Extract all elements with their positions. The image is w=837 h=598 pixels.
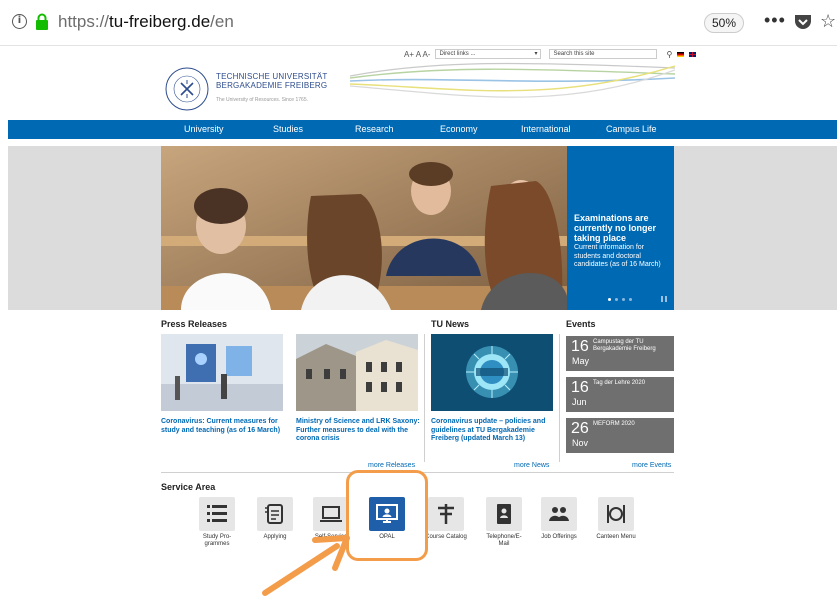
bookmark-star-icon[interactable]: ☆ — [820, 11, 836, 32]
people-icon — [549, 507, 569, 521]
list-icon — [207, 505, 227, 522]
pocket-icon[interactable] — [794, 14, 812, 30]
event-month: May — [572, 356, 590, 366]
press-release-1-link[interactable]: Coronavirus: Current measures for study … — [161, 418, 287, 435]
event-month: Jun — [572, 397, 587, 407]
study-programmes-label[interactable]: Study Pro- grammes — [187, 534, 247, 548]
self-service-tile[interactable] — [313, 497, 349, 531]
more-events-link[interactable]: more Events — [632, 462, 671, 469]
telephone-email-tile[interactable] — [486, 497, 522, 531]
browser-urlbar: i https://tu-freiberg.de/en 50% ••• ☆ — [0, 0, 837, 46]
cutlery-icon — [607, 505, 625, 523]
event-item[interactable]: 16 May Campustag der TU Bergakademie Fre… — [566, 336, 674, 371]
nav-university[interactable]: University — [184, 120, 224, 139]
signpost-icon — [438, 504, 454, 524]
course-catalog-tile[interactable] — [428, 497, 464, 531]
page-actions-icon[interactable]: ••• — [764, 10, 786, 31]
university-seal-logo[interactable] — [164, 66, 210, 112]
press-release-2-link[interactable]: Ministry of Science and LRK Saxony: Furt… — [296, 418, 422, 444]
tu-news-1-link[interactable]: Coronavirus update – policies and guidel… — [431, 418, 557, 444]
event-title: Campustag der TU Bergakademie Freiberg — [593, 339, 656, 352]
form-icon — [265, 504, 283, 524]
decorative-swoosh — [350, 62, 675, 98]
university-name[interactable]: TECHNISCHE UNIVERSITÄT BERGAKADEMIE FREI… — [216, 72, 328, 90]
event-title: Tag der Lehre 2020 — [593, 380, 646, 386]
site-info-icon[interactable]: i — [12, 14, 27, 29]
event-item[interactable]: 16 Jun Tag der Lehre 2020 — [566, 377, 674, 412]
german-flag-icon[interactable] — [677, 51, 685, 57]
hero-slide-dots[interactable] — [608, 298, 632, 301]
events-heading: Events — [566, 319, 596, 329]
arrow-annotation-icon — [262, 535, 350, 596]
event-month: Nov — [572, 438, 589, 448]
hero-text: Current information for students and doc… — [574, 244, 661, 268]
canteen-menu-label[interactable]: Canteen Menu — [586, 534, 646, 541]
column-divider — [424, 334, 425, 462]
more-news-link[interactable]: more News — [514, 462, 549, 469]
study-programmes-tile[interactable] — [199, 497, 235, 531]
canteen-menu-tile[interactable] — [598, 497, 634, 531]
event-item[interactable]: 26 Nov MEFORM 2020 — [566, 418, 674, 453]
nav-studies[interactable]: Studies — [273, 120, 303, 139]
more-releases-link[interactable]: more Releases — [368, 462, 415, 469]
tu-news-heading: TU News — [431, 319, 470, 329]
event-title: MEFORM 2020 — [593, 421, 635, 427]
url-field[interactable]: https://tu-freiberg.de/en — [58, 12, 234, 32]
telephone-email-label[interactable]: Telephone/E- Mail — [474, 534, 534, 548]
main-navbar: University Studies Research Economy Inte… — [8, 120, 837, 139]
press-releases-heading: Press Releases — [161, 319, 228, 329]
phonebook-icon — [497, 504, 511, 524]
university-tagline: The University of Resources. Since 1765. — [216, 97, 308, 103]
pause-icon[interactable] — [661, 296, 667, 302]
press-thumb-2[interactable] — [296, 334, 418, 411]
job-offerings-label[interactable]: Job Offerings — [529, 534, 589, 541]
press-thumb-1[interactable] — [161, 334, 283, 411]
event-day: 16 — [571, 338, 589, 355]
column-divider — [559, 334, 560, 462]
applying-tile[interactable] — [257, 497, 293, 531]
tu-news-thumb[interactable] — [431, 334, 553, 411]
event-day: 26 — [571, 420, 589, 437]
hero-teaser-box[interactable]: Examinations are currently no longer tak… — [567, 146, 674, 310]
service-area-heading: Service Area — [161, 482, 216, 492]
laptop-icon — [320, 506, 342, 522]
hero-lecture-hall-image[interactable] — [161, 146, 567, 310]
zoom-indicator[interactable]: 50% — [704, 13, 744, 33]
job-offerings-tile[interactable] — [541, 497, 577, 531]
nav-economy[interactable]: Economy — [440, 120, 478, 139]
nav-research[interactable]: Research — [355, 120, 394, 139]
nav-international[interactable]: International — [521, 120, 571, 139]
event-day: 16 — [571, 379, 589, 396]
hero-headline: Examinations are currently no longer tak… — [574, 213, 657, 243]
english-flag-icon[interactable] — [689, 51, 697, 57]
lock-icon — [36, 13, 48, 30]
nav-campus-life[interactable]: Campus Life — [606, 120, 657, 139]
